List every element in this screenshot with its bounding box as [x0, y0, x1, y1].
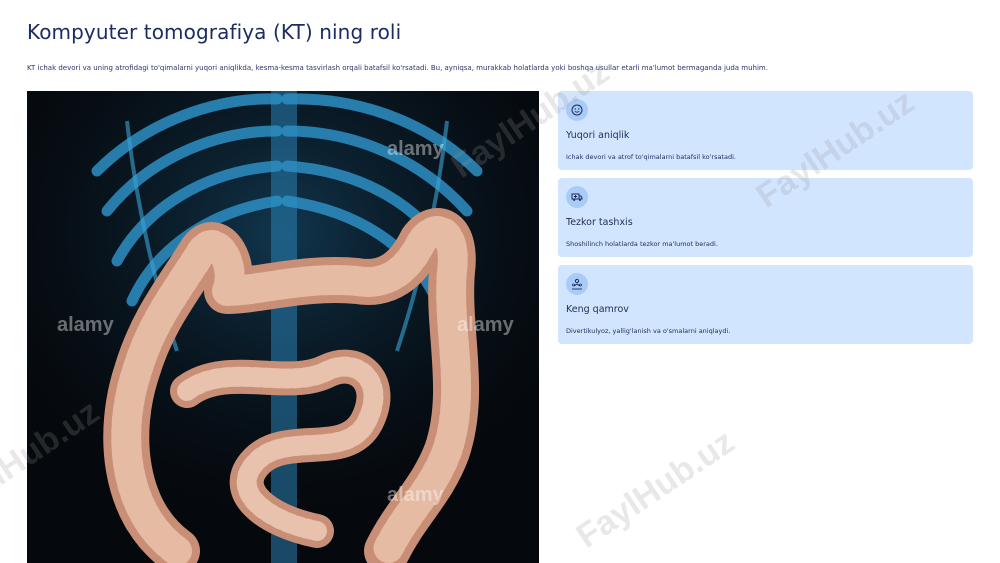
watermark: FaylHub.uz: [569, 422, 742, 556]
people-icon: [566, 273, 588, 295]
slide-subtitle: KT ichak devori va uning atrofidagi to'q…: [27, 64, 768, 72]
slide-title: Kompyuter tomografiya (KT) ning roli: [27, 20, 402, 44]
card-title: Keng qamrov: [566, 304, 629, 315]
card-description: Divertikulyoz, yallig'lanish va o'smalar…: [566, 327, 731, 335]
ambulance-icon: [566, 186, 588, 208]
card-fast-diagnosis: Tezkor tashxis Shoshilinch holatlarda te…: [558, 178, 973, 257]
ct-scan-image: alamy alamy alamy alamy: [27, 91, 539, 563]
alamy-watermark: alamy: [457, 314, 515, 336]
alamy-watermark: alamy: [387, 138, 445, 160]
card-description: Ichak devori va atrof to'qimalarni bataf…: [566, 153, 736, 161]
card-description: Shoshilinch holatlarda tezkor ma'lumot b…: [566, 240, 718, 248]
card-wide-coverage: Keng qamrov Divertikulyoz, yallig'lanish…: [558, 265, 973, 344]
feature-cards: Yuqori aniqlik Ichak devori va atrof to'…: [558, 91, 973, 352]
smile-icon: [566, 99, 588, 121]
alamy-watermark: alamy: [387, 484, 445, 506]
card-title: Tezkor tashxis: [566, 217, 633, 228]
card-title: Yuqori aniqlik: [566, 130, 630, 141]
card-high-resolution: Yuqori aniqlik Ichak devori va atrof to'…: [558, 91, 973, 170]
alamy-watermark: alamy: [57, 314, 115, 336]
